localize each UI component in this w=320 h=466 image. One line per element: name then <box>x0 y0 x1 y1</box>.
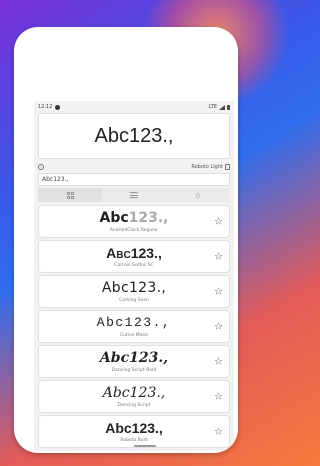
copy-icon[interactable] <box>225 164 230 170</box>
preview-info-row: i Roboto Light <box>34 161 234 173</box>
font-list: Abc123., AndroidClock Regular ☆ Abc123.,… <box>34 205 234 448</box>
font-name: Coming Soon <box>119 298 149 303</box>
signal-icon <box>219 104 225 110</box>
status-bar: 12:12 LTE <box>34 101 234 113</box>
phone-frame: 12:12 LTE Abc123., i Roboto Light Abc123… <box>14 27 238 453</box>
tab-grid[interactable] <box>38 188 102 202</box>
favorite-star-icon[interactable]: ☆ <box>214 216 223 227</box>
info-icon[interactable]: i <box>38 164 44 170</box>
notification-icon <box>55 104 61 110</box>
font-sample: Abc123., <box>96 315 172 330</box>
font-sample: Abc123., <box>99 210 169 226</box>
tab-favorites[interactable]: ☆ <box>166 188 230 202</box>
favorite-star-icon[interactable]: ☆ <box>214 356 223 367</box>
sample-text-input[interactable]: Abc123., <box>38 173 230 186</box>
font-name: Cutive Mono <box>119 333 149 338</box>
font-name: Carrois Gothic SC <box>114 263 154 268</box>
font-card-carrois[interactable]: Abc123., Carrois Gothic SC ☆ <box>38 240 230 273</box>
status-time: 12:12 <box>38 104 53 110</box>
font-card-androidclock[interactable]: Abc123., AndroidClock Regular ☆ <box>38 205 230 238</box>
favorite-star-icon[interactable]: ☆ <box>214 251 223 262</box>
current-font-name: Roboto Light <box>191 164 223 170</box>
font-name: Dancing Script <box>117 403 151 408</box>
font-card-dancing-bold[interactable]: Abc123., Dancing Script Bold ☆ <box>38 345 230 378</box>
favorite-star-icon[interactable]: ☆ <box>214 391 223 402</box>
font-sample: Abc123., <box>106 245 162 261</box>
font-preview: Abc123., <box>38 113 230 159</box>
font-sample: Abc123., <box>101 280 167 296</box>
font-card-cutive-mono[interactable]: Abc123., Cutive Mono ☆ <box>38 310 230 343</box>
font-sample: Abc123., <box>105 420 163 436</box>
view-tabs: ☆ <box>38 188 230 202</box>
home-indicator <box>134 445 156 447</box>
font-sample: Abc123., <box>99 350 169 366</box>
battery-icon <box>227 104 230 110</box>
app-screen: 12:12 LTE Abc123., i Roboto Light Abc123… <box>34 101 234 451</box>
font-card-dancing[interactable]: Abc123., Dancing Script ☆ <box>38 380 230 413</box>
font-name: AndroidClock Regular <box>109 228 159 233</box>
network-label: LTE <box>208 104 217 110</box>
font-name: Dancing Script Bold <box>111 368 157 373</box>
favorite-star-icon[interactable]: ☆ <box>214 286 223 297</box>
favorite-star-icon[interactable]: ☆ <box>214 321 223 332</box>
font-card-coming-soon[interactable]: Abc123., Coming Soon ☆ <box>38 275 230 308</box>
font-card-roboto-bold[interactable]: Abc123., Roboto Bold ☆ <box>38 415 230 448</box>
list-icon <box>130 192 138 198</box>
favorite-star-icon[interactable]: ☆ <box>214 426 223 437</box>
star-icon: ☆ <box>194 190 202 200</box>
font-name: Roboto Bold <box>120 438 148 443</box>
tab-list[interactable] <box>102 188 166 202</box>
grid-icon <box>66 191 74 199</box>
font-sample: Abc123., <box>102 385 166 401</box>
